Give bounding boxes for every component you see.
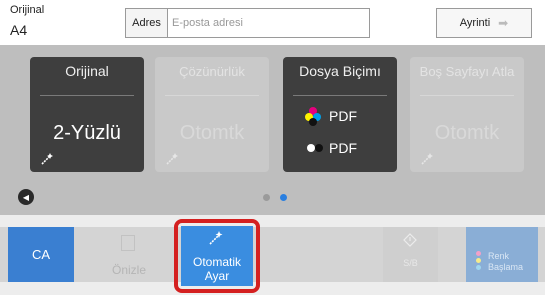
page-indicator [263,194,287,201]
email-address-input[interactable] [168,9,369,37]
color-dots-icon [305,107,327,126]
color-start-label: Renk Başlama [488,251,524,272]
color-pdf-row: PDF [305,107,357,126]
tile-title: Boş Sayfayı Atla [419,64,515,79]
preview-icon [121,235,135,251]
tile-title: Dosya Biçimı [299,63,381,79]
arrow-right-icon: ➡ [498,16,509,30]
action-strip [0,227,545,282]
clear-all-button[interactable]: CA [8,227,74,282]
page-dot-active[interactable] [280,194,287,201]
magic-wand-icon [209,231,223,245]
previous-page-button[interactable]: ◀ [18,189,34,205]
color-start-button[interactable]: Renk Başlama [466,227,538,282]
auto-set-label: Otomatik Ayar [192,255,241,283]
tile-title: Çözünürlük [179,64,245,79]
original-label: Orijinal [10,4,45,16]
bw-start-label: S/B [403,258,418,268]
tile-title: Orijinal [65,63,109,79]
color-format-label: PDF [329,108,357,124]
tile-resolution[interactable]: Çözünürlük Otomtk [155,57,269,172]
original-size-value: A4 [10,22,28,38]
divider [293,95,387,96]
divider [165,95,259,96]
color-dots-icon [476,251,482,272]
tile-value: 2-Yüzlü [53,122,121,144]
bw-format-label: PDF [329,140,357,156]
action-bar: CA Önizle Otomatik Ayar S/B Renk Başlama [0,215,545,295]
magic-wand-icon [166,153,178,165]
settings-panel: Orijinal 2-Yüzlü Çözünürlük Otomtk Dosya… [0,45,545,215]
top-bar: Orijinal A4 Adres Ayrinti ➡ [0,0,545,45]
tile-skip-blank-page[interactable]: Boş Sayfayı Atla Otomtk [410,57,524,172]
bw-start-button[interactable]: S/B [383,227,438,282]
tile-value: Otomtk [179,122,245,144]
tile-file-format[interactable]: Dosya Biçimı PDF PDF [283,57,397,172]
magic-wand-icon [421,153,433,165]
address-field: Adres [125,8,370,38]
page-dot[interactable] [263,194,270,201]
details-button[interactable]: Ayrinti ➡ [436,8,532,38]
magic-wand-icon [41,153,53,165]
divider [40,95,134,96]
tile-value: Otomtk [434,122,500,144]
details-label: Ayrinti [459,17,491,29]
auto-set-button[interactable]: Otomatik Ayar [181,226,253,286]
tile-original[interactable]: Orijinal 2-Yüzlü [30,57,144,172]
bw-pdf-row: PDF [305,139,357,157]
bw-dots-icon [305,139,327,157]
address-button[interactable]: Adres [126,9,168,37]
divider [420,95,514,96]
preview-button[interactable]: Önizle [94,227,164,282]
preview-label: Önizle [111,263,146,277]
start-icon [403,233,417,247]
